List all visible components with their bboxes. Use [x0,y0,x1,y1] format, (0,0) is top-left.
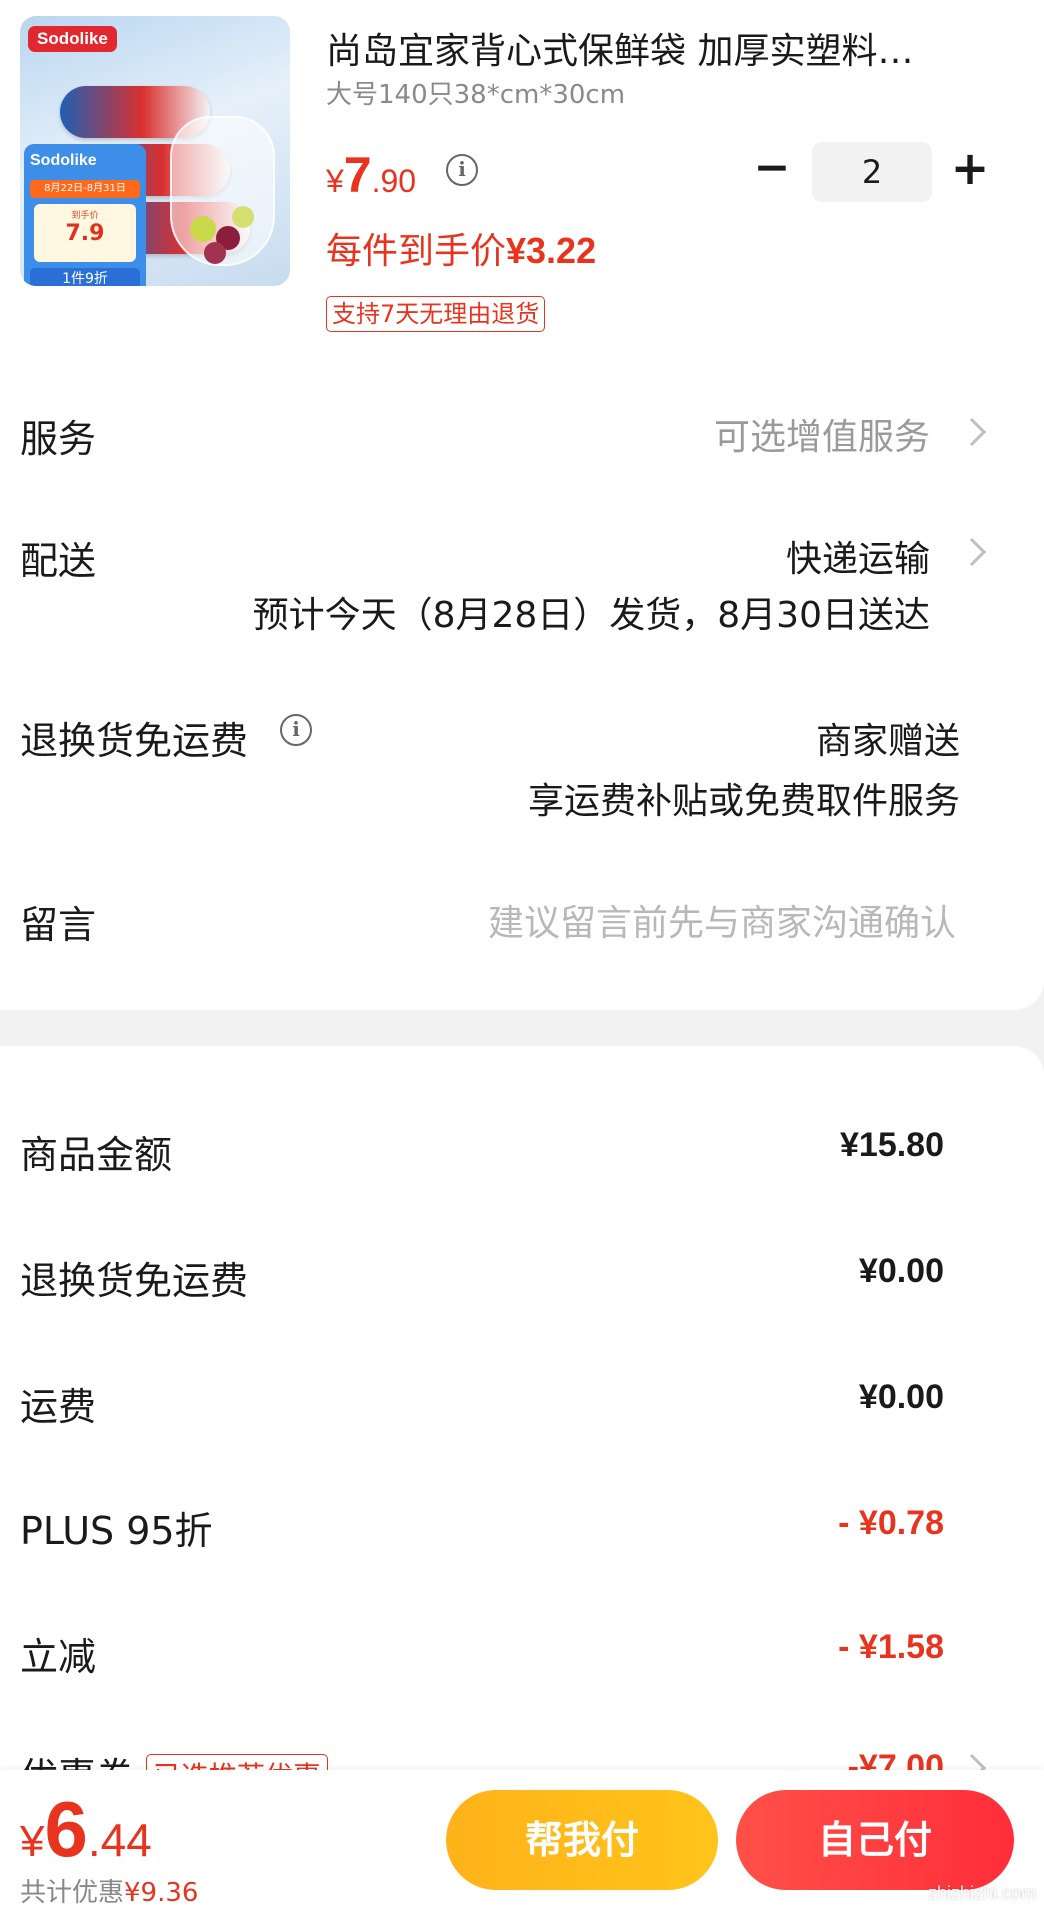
delivery-chevron-icon[interactable] [957,537,987,567]
amount-label-return-shipping: 退换货免运费 [20,1259,249,1303]
quantity-decrease-button[interactable]: − [752,146,792,190]
total-price: ¥6.44 [20,1784,152,1875]
return-shipping-info-icon[interactable]: i [280,714,312,746]
delivery-eta: 预计今天（8月28日）发货，8月30日送达 [252,595,930,636]
return-shipping-label: 退换货免运费 [20,719,249,763]
watermark: zhizhizhi.com [927,1883,1036,1903]
total-integer: 6 [44,1785,88,1873]
amount-value-instant-off: - ¥1.58 [838,1628,944,1666]
promo-badge: Sodolike 8月22日-8月31日 到手价 7.9 1件9折 [24,144,146,286]
checkout-bar: ¥6.44 共计优惠¥9.36 帮我付 自己付 zhizhizhi.com [0,1770,1044,1908]
return-shipping-detail: 享运费补贴或免费取件服务 [527,781,960,822]
price-info-icon[interactable]: i [446,154,478,186]
each-price-label: 每件到手价 [326,231,507,272]
delivery-label: 配送 [20,539,97,583]
each-price: 每件到手价¥3.22 [326,222,596,274]
each-price-value: ¥3.22 [506,230,597,271]
amount-value-return-shipping: ¥0.00 [858,1252,944,1290]
amount-label-shipping: 运费 [20,1385,97,1429]
total-currency: ¥ [20,1817,45,1866]
amount-label-plus-discount: PLUS 95折 [20,1509,213,1553]
unit-price: ¥7.90 [326,146,416,204]
product-image[interactable]: Sodolike Sodolike 8月22日-8月31日 到手价 7.9 1件… [20,16,290,286]
delivery-value[interactable]: 快递运输 [786,530,930,582]
service-label: 服务 [20,417,97,461]
amount-label-goods: 商品金额 [20,1133,173,1177]
return-shipping-value: 商家赠送 [815,721,960,762]
quantity-input[interactable]: 2 [812,142,932,202]
quantity-increase-button[interactable]: + [950,145,990,191]
image-fruit [190,216,216,242]
savings-label: 共计优惠 [20,1878,125,1908]
service-chevron-icon[interactable] [957,417,987,447]
product-title[interactable]: 尚岛宜家背心式保鲜袋 加厚实塑料… [326,22,966,74]
promo-price-card: 到手价 7.9 [34,204,136,262]
total-decimal: .44 [87,1814,152,1866]
brand-logo: Sodolike [28,26,117,52]
promo-brand: Sodolike [30,152,97,169]
help-pay-button[interactable]: 帮我付 [446,1790,718,1890]
return-policy-tag: 支持7天无理由退货 [326,296,546,332]
price-integer: 7 [343,147,372,203]
section-corner [1014,1046,1044,1076]
price-currency: ¥ [326,163,344,199]
image-fruit [232,206,254,228]
amount-value-goods: ¥15.80 [840,1126,944,1164]
price-decimal: .90 [371,163,417,199]
message-label: 留言 [20,903,97,947]
message-input[interactable]: 建议留言前先与商家沟通确认 [488,894,956,946]
amount-value-plus-discount: - ¥0.78 [838,1504,944,1542]
amount-value-shipping: ¥0.00 [858,1378,944,1416]
image-fruit [204,242,226,264]
product-spec[interactable]: 大号140只38*cm*30cm [326,74,625,111]
amount-label-instant-off: 立减 [20,1635,97,1679]
product-card: Sodolike Sodolike 8月22日-8月31日 到手价 7.9 1件… [0,0,1044,360]
service-value[interactable]: 可选增值服务 [714,408,930,460]
promo-discount: 1件9折 [30,268,140,286]
promo-price-label: 到手价 [71,211,99,221]
promo-price: 7.9 [65,221,105,246]
self-pay-button[interactable]: 自己付 [736,1790,1014,1890]
section-divider [0,980,1044,1046]
total-savings[interactable]: 共计优惠¥9.36 [20,1872,198,1908]
savings-value: ¥9.36 [124,1878,199,1908]
promo-dates: 8月22日-8月31日 [30,180,140,198]
